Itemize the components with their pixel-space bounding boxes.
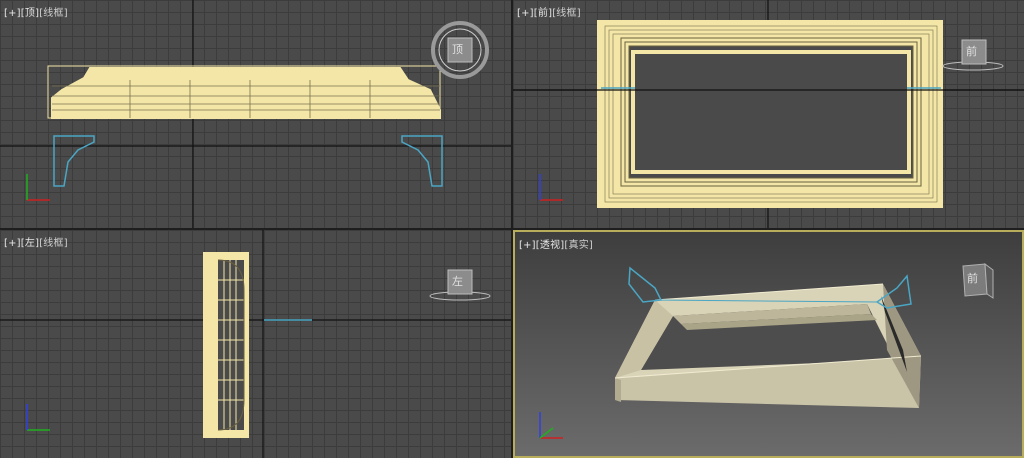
axis-gizmo [26, 174, 50, 201]
viewcube-label[interactable]: 左 [452, 273, 463, 289]
top-view-canvas [0, 0, 511, 228]
viewport-menu[interactable]: [+] [4, 238, 21, 249]
axis-gizmo [539, 174, 563, 201]
viewport-name[interactable]: [前] [534, 8, 552, 19]
viewport-label[interactable]: [+][顶][线框] [4, 4, 68, 19]
cyan-profile-left [53, 135, 95, 187]
viewcube-label[interactable]: 前 [966, 43, 977, 59]
cyan-profile-right [401, 135, 443, 187]
axis-gizmo [26, 404, 50, 431]
viewport-shading[interactable]: [线框] [39, 238, 68, 249]
cyan-profile-left [628, 266, 663, 303]
front-view-canvas [513, 0, 1024, 228]
frame-front-wireframe [513, 20, 1024, 208]
viewcube-label[interactable]: 顶 [452, 41, 463, 57]
viewport-shading[interactable]: [线框] [552, 8, 581, 19]
left-view-canvas [0, 230, 511, 458]
viewport-label[interactable]: [+][前][线框] [517, 4, 581, 19]
viewport-label[interactable]: [+][左][线框] [4, 234, 68, 249]
viewport-left[interactable]: [+][左][线框] 左 [0, 230, 511, 458]
viewport-shading[interactable]: [真实] [564, 240, 593, 251]
frame-left-wireframe [203, 252, 249, 438]
viewport-menu[interactable]: [+] [4, 8, 21, 19]
perspective-view-canvas [539, 262, 994, 439]
viewport-front[interactable]: [+][前][线框] 前 [513, 0, 1024, 228]
axis-gizmo [539, 412, 563, 439]
viewport-name[interactable]: [透视] [536, 240, 565, 251]
viewport-shading[interactable]: [线框] [39, 8, 68, 19]
viewport-top[interactable]: [+][顶][线框] 顶 [0, 0, 511, 228]
frame-3d-model [614, 283, 922, 408]
viewport-menu[interactable]: [+] [519, 240, 536, 251]
viewcube-label[interactable]: 前 [967, 270, 978, 286]
viewport-label[interactable]: [+][透视][真实] [519, 236, 593, 251]
frame-top-wireframe [47, 65, 441, 119]
viewport-name[interactable]: [顶] [21, 8, 39, 19]
viewport-menu[interactable]: [+] [517, 8, 534, 19]
viewport-perspective[interactable]: [+][透视][真实] 前 [513, 230, 1024, 458]
viewport-name[interactable]: [左] [21, 238, 39, 249]
